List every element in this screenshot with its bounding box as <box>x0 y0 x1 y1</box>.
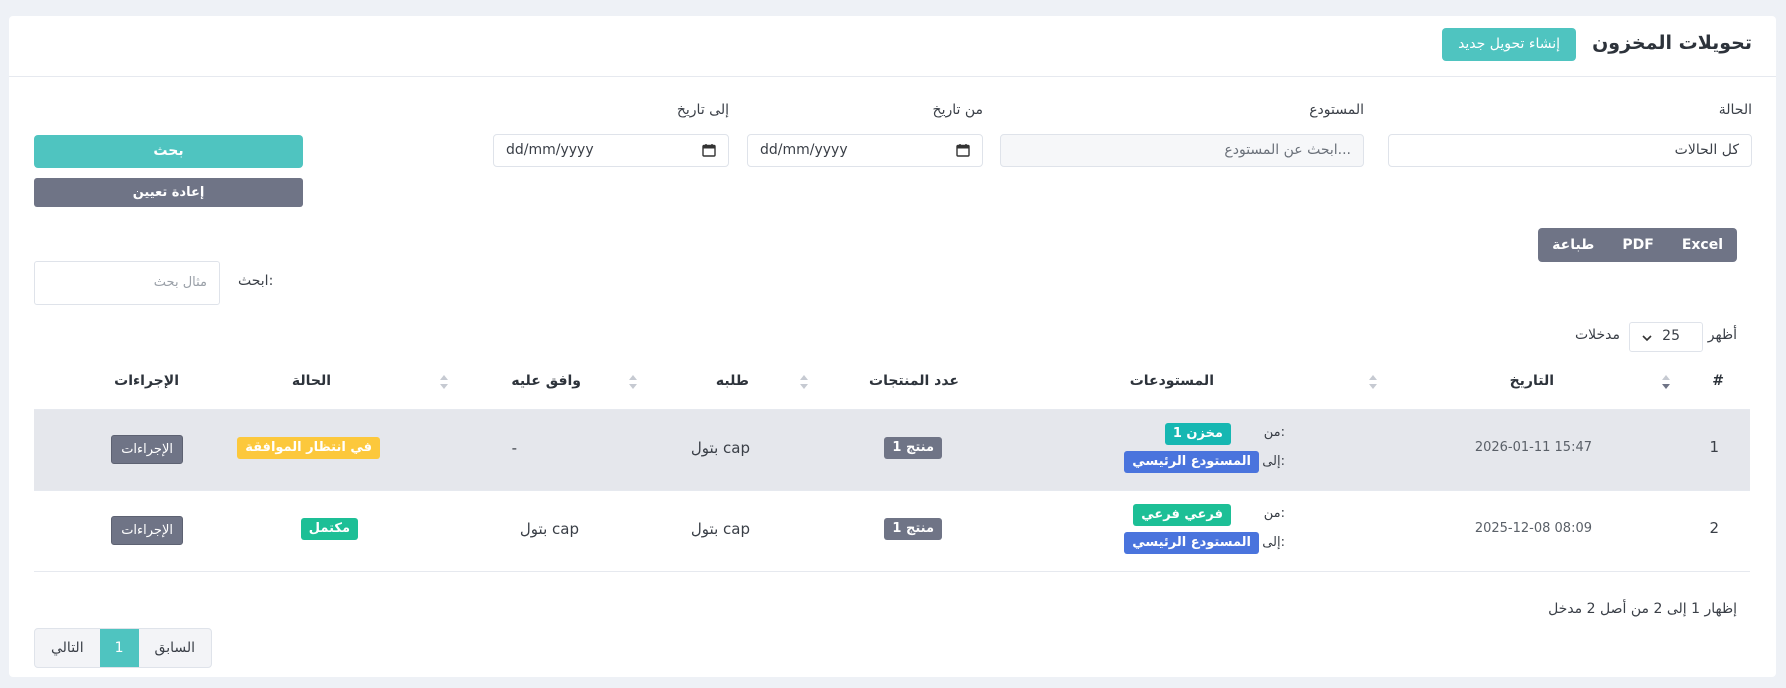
requested-by: بتول cap <box>690 520 750 538</box>
approved-by: - <box>511 439 517 457</box>
status-select-value: كل الحالات <box>1674 142 1739 158</box>
warehouse-filter-label: المستودع <box>1309 102 1364 118</box>
col-products: عدد المنتجات <box>869 373 959 389</box>
col-approved[interactable]: وافق عليه <box>511 373 581 389</box>
table-header-row: # التاريخ المستودعات عدد المنتجات طلبه و… <box>34 357 1750 410</box>
actions-button[interactable]: الإجراءات <box>111 516 183 545</box>
status-badge: في انتظار الموافقة <box>237 437 380 459</box>
row-date: 2026-01-11 15:47 <box>1474 440 1592 455</box>
col-number[interactable]: # <box>1712 373 1724 389</box>
col-date[interactable]: التاريخ <box>1510 373 1554 389</box>
sort-icon[interactable] <box>799 373 809 391</box>
from-warehouse-badge: مخزن 1 <box>1164 423 1231 445</box>
to-warehouse-badge: المستودع الرئيسي <box>1124 532 1259 554</box>
to-date-value: dd/mm/yyyy <box>506 142 594 158</box>
status-filter-label: الحالة <box>1718 102 1752 118</box>
export-button-group: Excel PDF طباعة <box>1538 228 1737 262</box>
from-prefix: من: <box>1263 425 1285 440</box>
excel-button[interactable]: Excel <box>1668 228 1737 262</box>
table-search-input[interactable]: مثال بحث <box>34 261 220 305</box>
pagination: السابق 1 التالي <box>34 628 212 668</box>
to-date-input[interactable]: dd/mm/yyyy <box>493 134 729 167</box>
status-select[interactable]: كل الحالات <box>1388 134 1752 167</box>
sort-icon[interactable] <box>1368 373 1378 391</box>
from-warehouse-badge: فرعي فرعي <box>1133 504 1231 526</box>
products-count-badge: 1 منتج <box>884 437 942 459</box>
col-actions: الإجراءات <box>114 373 179 389</box>
row-number: 1 <box>1709 438 1719 456</box>
from-date-value: dd/mm/yyyy <box>760 142 848 158</box>
col-warehouses: المستودعات <box>1129 373 1214 389</box>
search-button[interactable]: بحث <box>34 135 303 168</box>
sort-icon[interactable] <box>628 373 638 391</box>
transfers-table: # التاريخ المستودعات عدد المنتجات طلبه و… <box>34 357 1750 572</box>
to-date-label: إلى تاريخ <box>676 102 729 118</box>
status-badge: مكتمل <box>300 518 358 540</box>
page-1-button[interactable]: 1 <box>99 629 139 667</box>
page-title: تحويلات المخزون <box>1592 32 1752 54</box>
page-length-value: 25 <box>1662 328 1680 344</box>
actions-button[interactable]: الإجراءات <box>111 435 183 464</box>
table-search-label: ابحث: <box>238 273 274 289</box>
next-page-button[interactable]: التالي <box>35 629 100 667</box>
warehouse-search-input[interactable]: ابحث عن المستودع... <box>1000 134 1364 167</box>
to-warehouse-badge: المستودع الرئيسي <box>1124 451 1259 473</box>
chevron-down-icon <box>1642 335 1652 342</box>
table-info: إظهار 1 إلى 2 من أصل 2 مدخل <box>1548 601 1737 617</box>
table-row: 1 2026-01-11 15:47 من: مخزن 1 إلى: المست… <box>34 410 1750 491</box>
approved-by: بتول cap <box>519 520 579 538</box>
row-date: 2025-12-08 08:09 <box>1474 521 1592 536</box>
create-transfer-button[interactable]: إنشاء تحويل جديد <box>1442 28 1576 61</box>
sort-icon[interactable] <box>439 373 449 391</box>
calendar-icon[interactable] <box>956 143 970 157</box>
transfers-card: تحويلات المخزون إنشاء تحويل جديد الحالة … <box>9 16 1776 677</box>
prev-page-button[interactable]: السابق <box>139 629 211 667</box>
col-status[interactable]: الحالة <box>292 373 331 389</box>
from-prefix: من: <box>1263 506 1285 521</box>
pdf-button[interactable]: PDF <box>1608 228 1667 262</box>
sort-desc-icon[interactable] <box>1661 373 1671 391</box>
table-row: 2 2025-12-08 08:09 من: فرعي فرعي إلى: ال… <box>34 491 1750 572</box>
reset-button[interactable]: إعادة تعيين <box>34 178 303 207</box>
from-date-label: من تاريخ <box>932 102 983 118</box>
products-count-badge: 1 منتج <box>884 518 942 540</box>
row-number: 2 <box>1709 519 1719 537</box>
card-header: تحويلات المخزون إنشاء تحويل جديد <box>9 16 1776 77</box>
calendar-icon[interactable] <box>702 143 716 157</box>
show-label: أظهر <box>1707 327 1737 343</box>
entries-label: مدخلات <box>1574 327 1620 343</box>
to-prefix: إلى: <box>1262 535 1285 550</box>
warehouse-search-placeholder: ابحث عن المستودع... <box>1224 142 1351 158</box>
requested-by: بتول cap <box>690 439 750 457</box>
col-requested[interactable]: طلبه <box>716 373 749 389</box>
to-prefix: إلى: <box>1262 454 1285 469</box>
print-button[interactable]: طباعة <box>1538 228 1608 262</box>
from-date-input[interactable]: dd/mm/yyyy <box>747 134 983 167</box>
page-length-control: أظهر 25 مدخلات <box>1567 322 1737 352</box>
page-length-select[interactable]: 25 <box>1629 322 1703 352</box>
